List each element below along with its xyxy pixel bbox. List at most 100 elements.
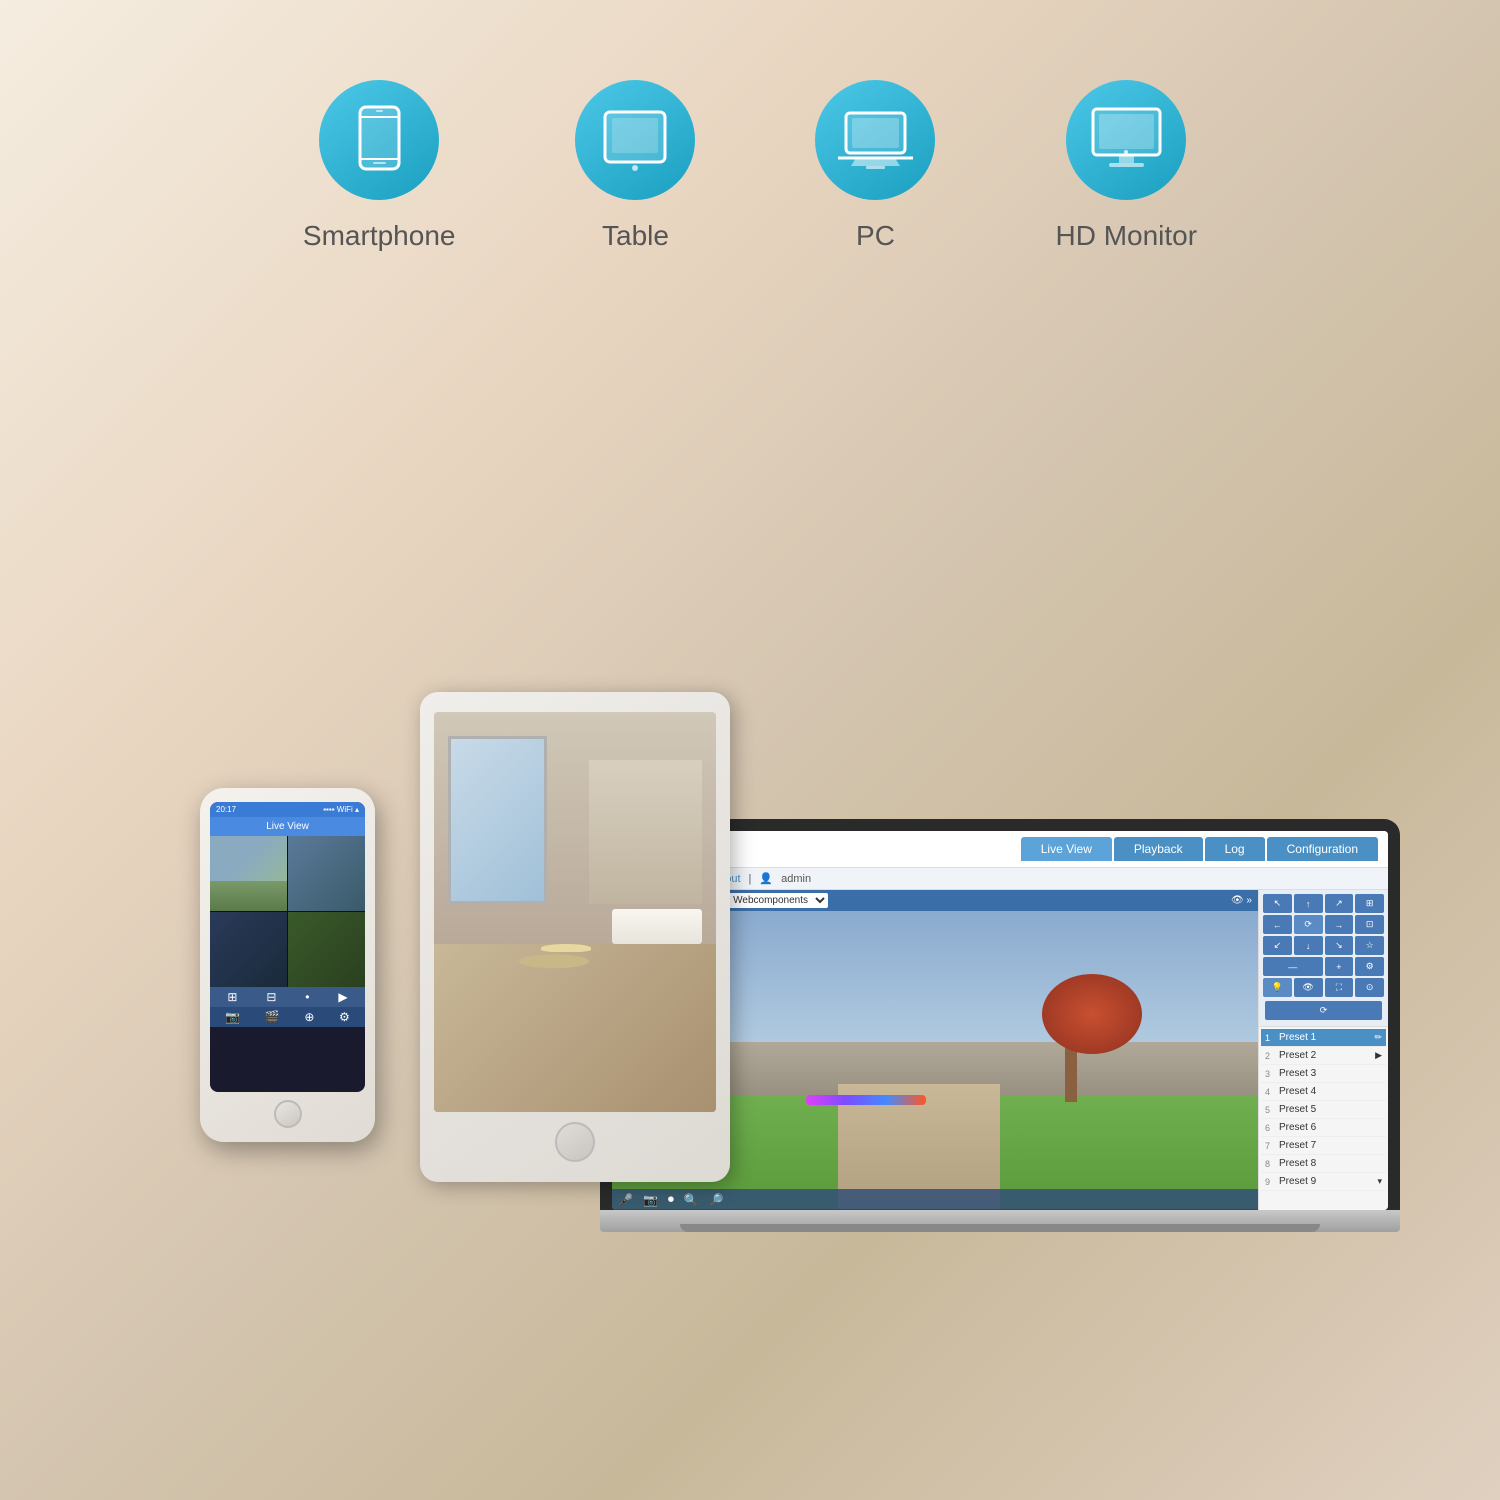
preset-item-7[interactable]: 7 Preset 7 <box>1261 1137 1386 1155</box>
preset-num-3: 3 <box>1265 1069 1279 1079</box>
annke-sidebar: ↖ ↑ ↗ ⊞ ← ⟳ → ⊡ <box>1258 890 1388 1210</box>
tablet-label: Table <box>602 220 669 252</box>
pc-label: PC <box>856 220 895 252</box>
tablet-screen <box>434 712 716 1112</box>
pc-circle <box>815 80 935 200</box>
phone-time: 20:17 <box>216 805 236 814</box>
phone-status-bar: 20:17 ▪▪▪▪ WiFi ▴ <box>210 802 365 817</box>
ptz-row-1: ↖ ↑ ↗ ⊞ <box>1263 894 1384 913</box>
snapshot-icon[interactable]: 📷 <box>643 1193 658 1207</box>
ptz-capture[interactable]: ⊙ <box>1355 978 1384 997</box>
ptz-up-left[interactable]: ↖ <box>1263 894 1292 913</box>
tab-log[interactable]: Log <box>1205 837 1265 861</box>
ptz-down-left[interactable]: ↙ <box>1263 936 1292 955</box>
separator-2: | <box>749 873 752 885</box>
monitor-icon <box>1089 105 1164 175</box>
ptz-feature-row: 💡 👁 ⛶ ⊙ <box>1263 978 1384 997</box>
zoom-in-icon[interactable]: 🔍 <box>684 1193 699 1207</box>
preset-item-8[interactable]: 8 Preset 8 <box>1261 1155 1386 1173</box>
ptz-zoom-home[interactable]: ⊡ <box>1355 915 1384 934</box>
username: admin <box>781 873 811 885</box>
stream-select[interactable]: Webcomponents <box>725 893 828 908</box>
preset-edit-1[interactable]: ✏ <box>1374 1032 1382 1043</box>
preset-label-7: Preset 7 <box>1279 1140 1316 1151</box>
preset-item-9[interactable]: 9 Preset 9 ▾ <box>1261 1173 1386 1191</box>
user-icon: 👤 <box>759 872 773 885</box>
annke-navigation-tabs: Live View Playback Log Configuration <box>723 837 1378 861</box>
ptz-center[interactable]: ⟳ <box>1294 915 1323 934</box>
ptz-zoom-row: — + ⚙ <box>1263 957 1384 976</box>
preset-num-5: 5 <box>1265 1105 1279 1115</box>
ptz-speed[interactable]: ⚙ <box>1355 957 1384 976</box>
preset-num-2: 2 <box>1265 1051 1279 1061</box>
phone-grid-icon: ⊞ <box>227 990 237 1004</box>
preset-item-2[interactable]: 2 Preset 2 ▶ <box>1261 1047 1386 1065</box>
ptz-fullscreen[interactable]: ⛶ <box>1325 978 1354 997</box>
phone-app-header: Live View <box>210 817 365 836</box>
preset-num-4: 4 <box>1265 1087 1279 1097</box>
device-smartphone: Smartphone <box>303 80 456 252</box>
tab-live-view[interactable]: Live View <box>1021 837 1112 861</box>
ptz-left[interactable]: ← <box>1263 915 1292 934</box>
phone-cam-2 <box>288 836 365 911</box>
ptz-right[interactable]: → <box>1325 915 1354 934</box>
preset-label-9: Preset 9 <box>1279 1176 1316 1187</box>
phone-header-label: Live View <box>266 821 309 832</box>
phone-screen: 20:17 ▪▪▪▪ WiFi ▴ Live View <box>210 802 365 1092</box>
monitor-label: HD Monitor <box>1055 220 1197 252</box>
preset-item-6[interactable]: 6 Preset 6 <box>1261 1119 1386 1137</box>
monitor-circle <box>1066 80 1186 200</box>
mic-icon[interactable]: 🎤 <box>618 1193 633 1207</box>
video-flowers <box>806 1095 926 1105</box>
tab-configuration[interactable]: Configuration <box>1267 837 1378 861</box>
ptz-down[interactable]: ↓ <box>1294 936 1323 955</box>
preset-list: 1 Preset 1 ✏ 2 Preset 2 ▶ <box>1259 1027 1388 1193</box>
phone-4view-icon: ⊟ <box>266 990 276 1004</box>
preset-item-3[interactable]: 3 Preset 3 <box>1261 1065 1386 1083</box>
ptz-row-2: ← ⟳ → ⊡ <box>1263 915 1384 934</box>
ptz-zoom-in[interactable]: — <box>1263 957 1323 976</box>
ptz-light[interactable]: 💡 <box>1263 978 1292 997</box>
tab-playback[interactable]: Playback <box>1114 837 1203 861</box>
preset-edit-2[interactable]: ▶ <box>1375 1050 1382 1061</box>
preset-scroll-down[interactable]: ▾ <box>1377 1176 1382 1187</box>
record-icon[interactable]: ⏺ <box>668 1192 674 1207</box>
preset-label-2: Preset 2 <box>1279 1050 1316 1061</box>
tablet-home-button[interactable] <box>555 1122 595 1162</box>
laptop-icon <box>838 108 913 173</box>
ptz-up-right[interactable]: ↗ <box>1325 894 1354 913</box>
preset-num-8: 8 <box>1265 1159 1279 1169</box>
ptz-icon: 👁 » <box>1231 895 1252 906</box>
tablet-icon <box>600 108 670 173</box>
tablet-device <box>420 692 730 1182</box>
phone-play-icon: ▶ <box>338 990 347 1004</box>
preset-num-6: 6 <box>1265 1123 1279 1133</box>
ptz-down-right[interactable]: ↘ <box>1325 936 1354 955</box>
phone-toolbar: 📷 🎬 ⊕ ⚙ <box>210 1007 365 1027</box>
phone-ptz-icon: ⊕ <box>304 1010 314 1024</box>
device-pc: PC <box>815 80 935 252</box>
preset-item-1[interactable]: 1 Preset 1 ✏ <box>1261 1029 1386 1047</box>
ptz-ir[interactable]: 👁 <box>1294 978 1323 997</box>
ptz-control-panel: ↖ ↑ ↗ ⊞ ← ⟳ → ⊡ <box>1259 890 1388 1027</box>
ptz-preset[interactable]: ⊞ <box>1355 894 1384 913</box>
phone-shell: 20:17 ▪▪▪▪ WiFi ▴ Live View <box>200 788 375 1142</box>
video-bottom-controls: 🎤 📷 ⏺ 🔍 🔎 <box>612 1189 1258 1210</box>
phone-cam-4 <box>288 912 365 987</box>
ptz-tour-btn[interactable]: ⟳ <box>1265 1001 1382 1020</box>
device-monitor: HD Monitor <box>1055 80 1197 252</box>
preset-num-1: 1 <box>1265 1033 1279 1043</box>
preset-label-3: Preset 3 <box>1279 1068 1316 1079</box>
phone-video-icon: 🎬 <box>265 1010 280 1024</box>
preset-label-6: Preset 6 <box>1279 1122 1316 1133</box>
tablet-circle <box>575 80 695 200</box>
preset-item-5[interactable]: 5 Preset 5 <box>1261 1101 1386 1119</box>
ptz-zoom-out[interactable]: + <box>1325 957 1354 976</box>
preset-item-4[interactable]: 4 Preset 4 <box>1261 1083 1386 1101</box>
ptz-extra[interactable]: ☆ <box>1355 936 1384 955</box>
phone-home-button[interactable] <box>274 1100 302 1128</box>
preset-label-8: Preset 8 <box>1279 1158 1316 1169</box>
ptz-up[interactable]: ↑ <box>1294 894 1323 913</box>
zoom-out-icon[interactable]: 🔎 <box>709 1193 724 1207</box>
phone-cam-3 <box>210 912 287 987</box>
